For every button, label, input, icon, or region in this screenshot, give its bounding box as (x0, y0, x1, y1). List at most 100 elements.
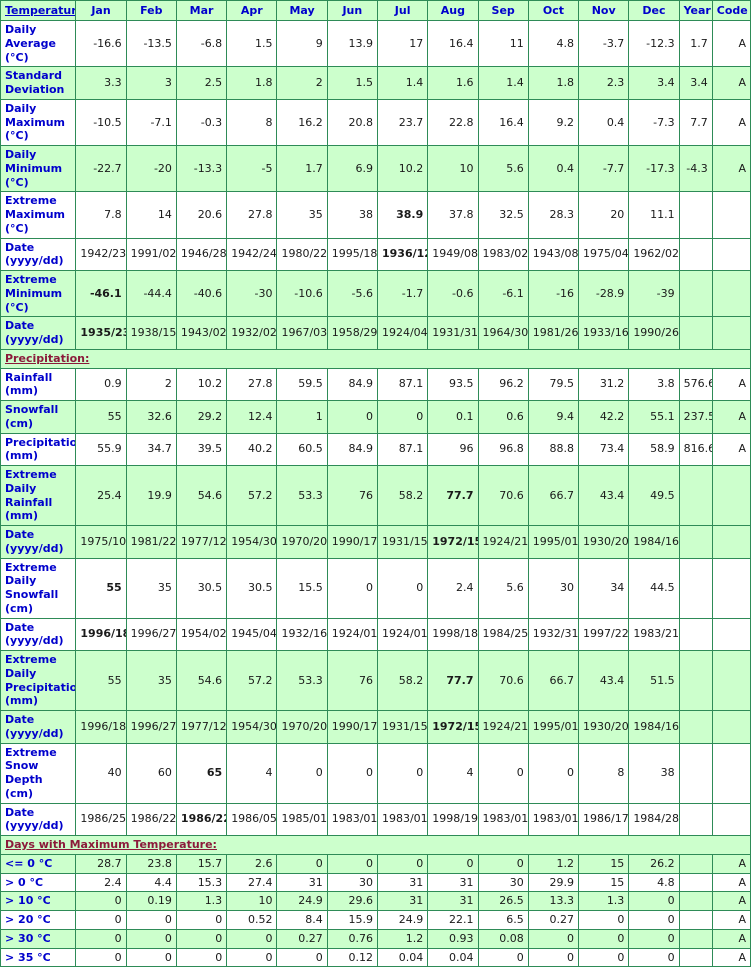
data-cell-nov: 43.4 (578, 650, 630, 711)
row-label: > 0 °C (0, 872, 77, 893)
data-cell-apr: 30.5 (226, 557, 278, 619)
data-cell-may: -10.6 (276, 269, 328, 318)
row-label: Daily Average (°C) (0, 19, 77, 68)
data-cell-jan: -10.5 (75, 98, 127, 147)
data-cell-code: A (711, 872, 751, 893)
section-header-label: Precipitation: (5, 351, 90, 365)
row-label: Date (yyyy/dd) (0, 237, 77, 271)
data-cell-jun: 0 (326, 742, 378, 804)
table-row: Date (yyyy/dd) 1996/18 1996/27 1977/12 1954/… (0, 710, 751, 744)
table-row: Date (yyyy/dd) 1986/25 1986/22 1986/22 1986/… (0, 802, 751, 836)
column-header-code: Code (711, 0, 751, 21)
data-cell-sep: 70.6 (477, 465, 529, 526)
data-cell-jun: 84.9 (326, 432, 378, 466)
data-cell-year (678, 237, 713, 271)
data-cell-jan: -16.6 (75, 19, 127, 68)
table-row: Extreme Snow Depth (cm) 40 60 65 4 0 0 0 4 0 0 8 38 (0, 742, 751, 804)
data-cell-apr: 4 (226, 742, 278, 804)
data-cell-jul: 23.7 (376, 98, 429, 147)
data-cell-aug: 1931/31 (427, 316, 479, 350)
data-cell-feb: 19.9 (125, 465, 177, 526)
data-cell-mar: 1986/22 (175, 802, 228, 836)
data-cell-dec: 1984/28 (628, 802, 680, 836)
data-cell-year (678, 316, 713, 350)
data-cell-jun: 0.76 (326, 928, 378, 949)
data-cell-nov: 1933/16 (578, 316, 630, 350)
data-cell-may: 1985/01+ (276, 802, 328, 836)
data-cell-mar: 54.6 (175, 465, 228, 526)
data-cell-mar: 1.3 (175, 891, 228, 911)
data-cell-sep: 6.5 (477, 910, 529, 930)
data-cell-apr: 10 (226, 891, 278, 911)
data-cell-dec: 1983/21 (628, 617, 680, 651)
data-cell-apr: 27.8 (226, 191, 278, 239)
data-cell-jun: 1958/29 (326, 316, 378, 350)
table-row: > 30 °C 0 0 0 0 0.27 0.76 1.2 0.93 0.08 0 0 0 A (0, 928, 751, 949)
data-cell-may: 0 (276, 947, 328, 967)
data-cell-jun: 15.9 (326, 910, 378, 930)
data-cell-may: 2 (276, 66, 328, 100)
data-cell-jul: 10.2 (376, 144, 429, 193)
data-cell-feb: -7.1 (125, 98, 177, 147)
data-cell-jan: 7.8 (75, 191, 127, 239)
data-cell-jul: 1931/15 (376, 710, 429, 744)
data-cell-year (678, 191, 713, 239)
data-cell-aug: 0.93 (427, 928, 479, 949)
data-cell-apr: 1945/04 (226, 617, 278, 651)
row-label: Date (yyyy/dd) (0, 710, 77, 744)
data-cell-jun: 76 (326, 650, 378, 711)
data-cell-oct: 1981/26 (527, 316, 580, 350)
data-cell-oct: 0.4 (527, 144, 580, 193)
data-cell-sep: 30 (477, 872, 529, 893)
data-cell-year: 576.6 (678, 367, 713, 401)
data-cell-nov: 42.2 (578, 400, 630, 434)
data-cell-jan: 3.3 (75, 66, 127, 100)
data-cell-year (678, 465, 713, 526)
data-cell-mar: 54.6 (175, 650, 228, 711)
data-cell-nov: 1930/20 (578, 525, 630, 559)
data-cell-may: 1932/16 (276, 617, 328, 651)
data-cell-jan: 0.9 (75, 367, 127, 401)
data-cell-mar: 0 (175, 910, 228, 930)
data-cell-code (711, 802, 751, 836)
data-cell-jul: 1983/01+ (376, 802, 429, 836)
data-cell-dec: -12.3 (628, 19, 680, 68)
data-cell-jan: 1942/23+ (75, 237, 127, 271)
data-cell-nov: 0 (578, 947, 630, 967)
data-cell-aug: 31 (427, 872, 479, 893)
data-cell-aug: 1998/19+ (427, 802, 479, 836)
data-cell-year (678, 557, 713, 619)
data-cell-jun: 1995/18 (326, 237, 378, 271)
data-cell-mar: 1977/12 (175, 525, 228, 559)
row-label: Daily Maximum (°C) (0, 98, 77, 147)
data-cell-code (711, 269, 751, 318)
data-cell-feb: -44.4 (125, 269, 177, 318)
data-cell-dec: 0 (628, 910, 680, 930)
data-cell-jun: 20.8 (326, 98, 378, 147)
table-row: Rainfall (mm) 0.9 2 10.2 27.8 59.5 84.9 87.1 93.… (0, 367, 751, 401)
data-cell-oct: 1.8 (527, 66, 580, 100)
data-cell-dec: 55.1 (628, 400, 680, 434)
data-cell-jun: 76 (326, 465, 378, 526)
data-cell-jun: 0 (326, 557, 378, 619)
table-row: > 35 °C 0 0 0 0 0 0.12 0.04 0.04 0 0 0 0 A (0, 947, 751, 967)
data-cell-aug: 93.5 (427, 367, 479, 401)
data-cell-nov: 43.4 (578, 465, 630, 526)
data-cell-code: A (711, 400, 751, 434)
data-cell-sep: 5.6 (477, 557, 529, 619)
data-cell-mar: 1954/02 (175, 617, 228, 651)
data-cell-may: 0 (276, 853, 328, 874)
section-header-row-days-with-maximum-temperature: Days with Maximum Temperature: (0, 835, 751, 855)
data-cell-sep: 11 (477, 19, 529, 68)
row-label: Extreme Daily Rainfall (mm) (0, 465, 77, 526)
data-cell-jul: 17 (376, 19, 429, 68)
data-cell-mar: 1946/28 (175, 237, 228, 271)
row-label: Extreme Daily Precipitation (mm) (0, 650, 77, 711)
data-cell-year (678, 525, 713, 559)
data-cell-apr: 2.6 (226, 853, 278, 874)
data-cell-sep: 96.8 (477, 432, 529, 466)
data-cell-jul: 1924/01+ (376, 617, 429, 651)
table-row: Extreme Minimum (°C) -46.1 -44.4 -40.6 -30 -1… (0, 269, 751, 318)
data-cell-aug: 96 (427, 432, 479, 466)
data-cell-jan: 1996/18 (75, 710, 127, 744)
